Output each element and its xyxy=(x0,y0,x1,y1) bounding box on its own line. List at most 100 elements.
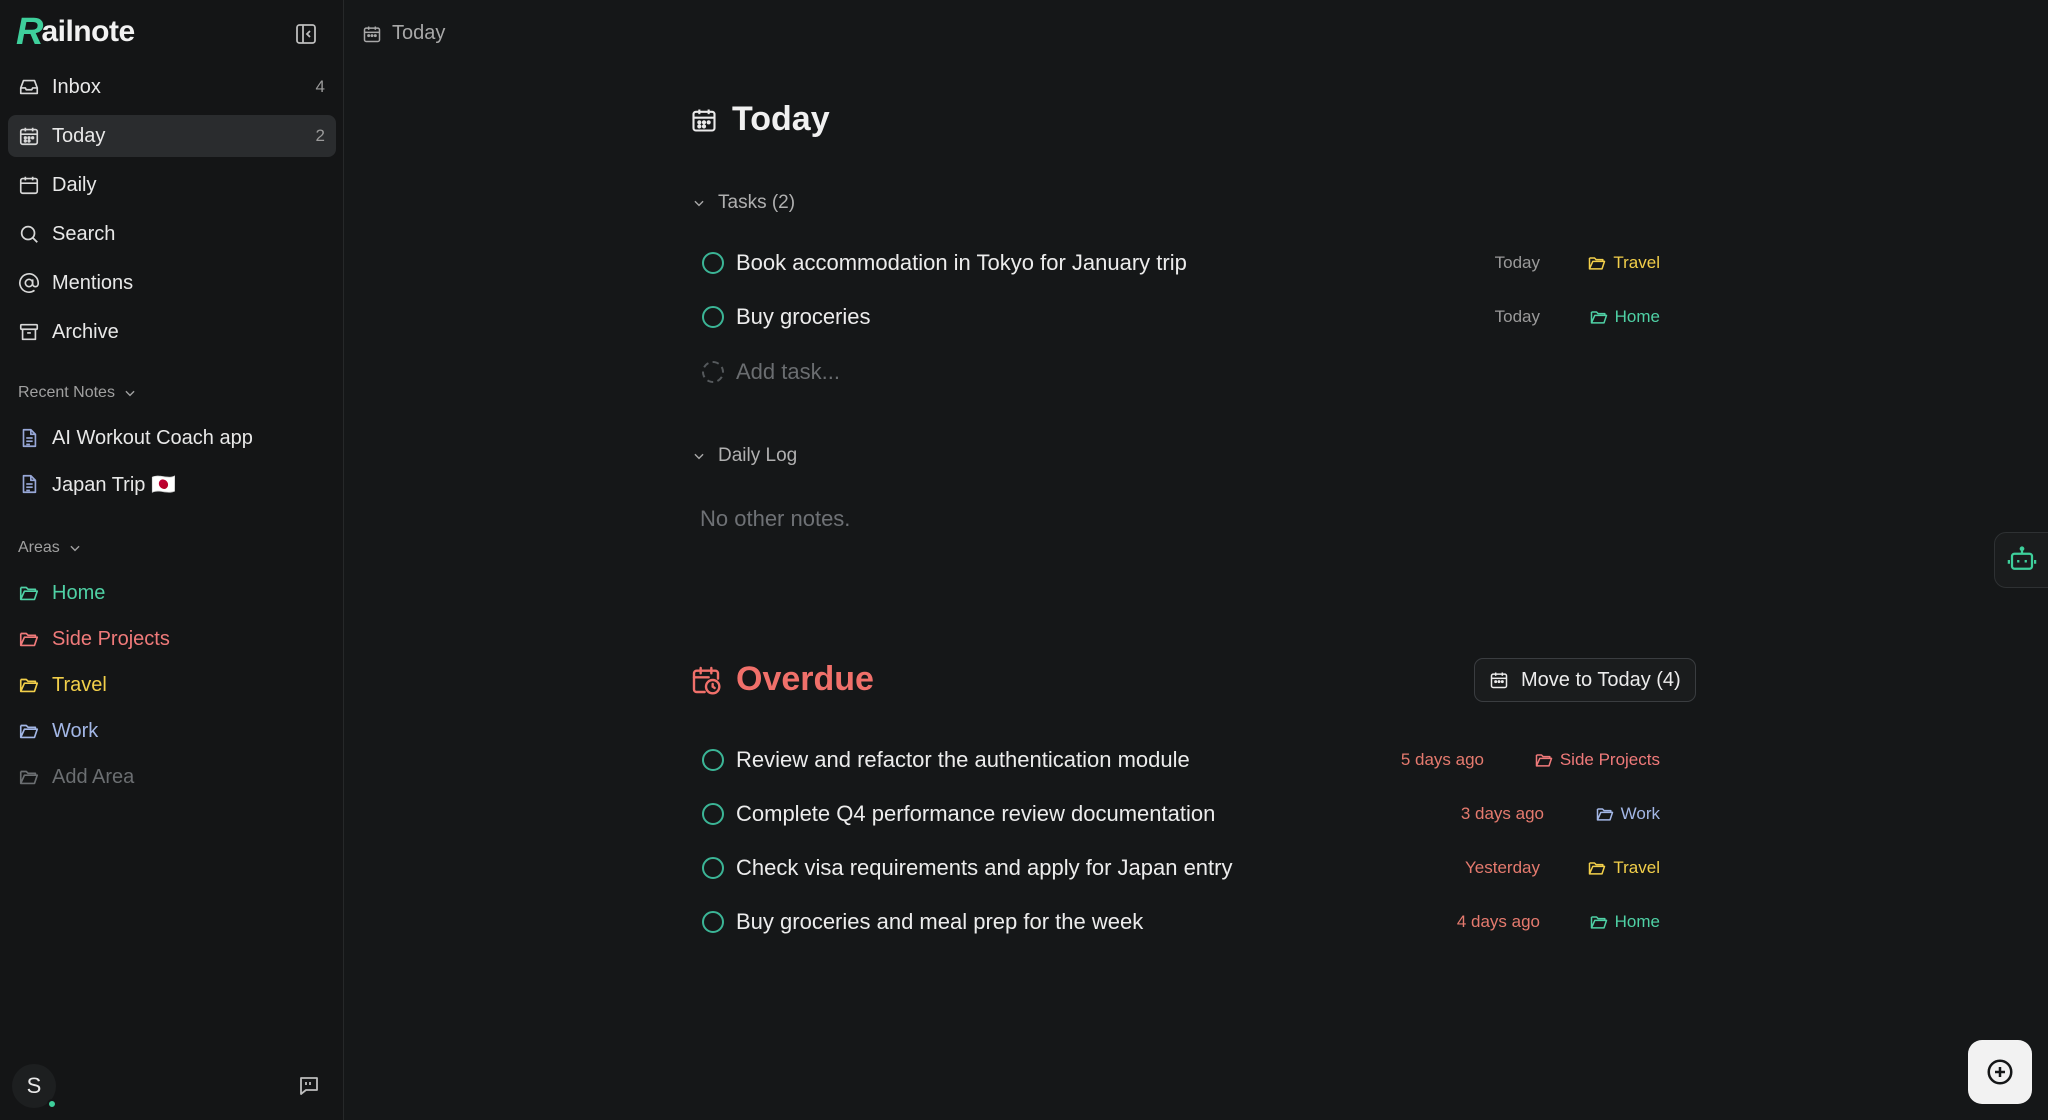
task-row[interactable]: Buy groceries Today Home xyxy=(702,297,1660,337)
folder-icon xyxy=(1589,257,1606,270)
folder-icon xyxy=(19,724,39,739)
task-area-tag[interactable]: Home xyxy=(1580,307,1660,327)
document-icon xyxy=(22,428,37,448)
task-area-tag[interactable]: Travel xyxy=(1580,253,1660,273)
folder-icon xyxy=(19,586,39,601)
task-due-date: 3 days ago xyxy=(1460,804,1544,823)
add-floating-button[interactable] xyxy=(1968,1040,2032,1104)
empty-state-text: No other notes. xyxy=(700,506,851,531)
main-nav: Inbox 4 Today 2 Daily Search Mentions Ar… xyxy=(8,66,336,360)
nav-item-today[interactable]: Today 2 xyxy=(8,115,336,157)
areas-list: Home Side Projects Travel Work Add Area xyxy=(8,570,336,800)
areas-toggle[interactable]: Areas xyxy=(18,539,82,557)
task-area-label: Travel xyxy=(1613,858,1660,877)
task-checkbox[interactable] xyxy=(702,803,724,825)
tasks-group-header: Tasks (2) xyxy=(718,192,796,213)
task-row[interactable]: Review and refactor the authentication m… xyxy=(702,740,1660,780)
task-area-tag[interactable]: Home xyxy=(1580,912,1660,932)
recent-note-item[interactable]: AI Workout Coach app xyxy=(8,415,336,461)
task-title: Buy groceries and meal prep for the week xyxy=(736,909,1144,934)
task-title: Buy groceries xyxy=(736,304,871,329)
task-due-date: Today xyxy=(1494,307,1540,326)
calendar-today-icon xyxy=(19,127,39,146)
inbox-icon xyxy=(19,79,39,95)
task-checkbox[interactable] xyxy=(702,857,724,879)
area-item-travel[interactable]: Travel xyxy=(8,662,336,708)
task-title: Review and refactor the authentication m… xyxy=(736,747,1190,772)
nav-label: Daily xyxy=(52,173,97,196)
section-title: Overdue xyxy=(736,660,874,698)
area-item-side-projects[interactable]: Side Projects xyxy=(8,616,336,662)
task-title: Complete Q4 performance review documenta… xyxy=(736,801,1216,826)
chevron-down-icon xyxy=(70,545,80,552)
folder-icon xyxy=(1589,862,1606,875)
folder-icon xyxy=(1535,754,1553,767)
task-row[interactable]: Book accommodation in Tokyo for January … xyxy=(702,243,1660,283)
area-label: Home xyxy=(52,581,106,604)
area-item-home[interactable]: Home xyxy=(8,570,336,616)
folder-icon xyxy=(1596,808,1613,821)
search-icon xyxy=(20,225,38,243)
area-label: Work xyxy=(52,719,99,742)
task-checkbox[interactable] xyxy=(702,749,724,771)
app-logo[interactable]: R ailnote xyxy=(16,12,135,52)
daily-log-header: Daily Log xyxy=(718,445,798,466)
add-area-label: Add Area xyxy=(52,765,135,788)
logo-initial: R xyxy=(16,11,44,53)
task-due-date: 5 days ago xyxy=(1400,750,1484,769)
task-area-tag[interactable]: Work xyxy=(1584,804,1660,824)
nav-item-daily[interactable]: Daily xyxy=(8,164,336,206)
online-status-dot xyxy=(47,1099,57,1109)
robot-icon xyxy=(2007,546,2037,570)
tasks-group-toggle[interactable]: Tasks (2) xyxy=(692,192,795,214)
recent-note-label: Japan Trip 🇯🇵 xyxy=(52,473,176,496)
add-task-row[interactable]: Add task... xyxy=(702,352,1660,392)
task-row[interactable]: Check visa requirements and apply for Ja… xyxy=(702,848,1660,888)
task-title: Check visa requirements and apply for Ja… xyxy=(736,855,1233,880)
task-area-tag[interactable]: Side Projects xyxy=(1524,750,1660,770)
nav-item-inbox[interactable]: Inbox 4 xyxy=(8,66,336,108)
daily-log-toggle[interactable]: Daily Log xyxy=(692,445,797,467)
sidebar-collapse-icon[interactable] xyxy=(294,22,318,46)
today-header: Today xyxy=(690,100,830,139)
area-label: Travel xyxy=(52,673,107,696)
task-due-date: 4 days ago xyxy=(1456,912,1540,931)
calendar-icon xyxy=(19,176,39,195)
add-area-button[interactable]: Add Area xyxy=(8,754,336,800)
recent-notes-list: AI Workout Coach app Japan Trip 🇯🇵 xyxy=(8,415,336,507)
task-title: Book accommodation in Tokyo for January … xyxy=(736,250,1187,275)
nav-item-mentions[interactable]: Mentions xyxy=(8,262,336,304)
task-area-label: Home xyxy=(1614,307,1660,326)
task-checkbox[interactable] xyxy=(702,252,724,274)
nav-item-archive[interactable]: Archive xyxy=(8,311,336,353)
move-to-today-button[interactable]: Move to Today (4) xyxy=(1474,658,1696,702)
sidebar: R ailnote Inbox 4 Today 2 Daily Search M… xyxy=(0,0,344,1120)
overdue-header: Overdue xyxy=(690,660,874,699)
folder-icon xyxy=(19,632,39,647)
nav-label: Mentions xyxy=(52,271,134,294)
nav-count: 2 xyxy=(315,126,325,145)
nav-item-search[interactable]: Search xyxy=(8,213,336,255)
recent-notes-toggle[interactable]: Recent Notes xyxy=(18,384,137,402)
document-icon xyxy=(22,474,37,494)
recent-note-item[interactable]: Japan Trip 🇯🇵 xyxy=(8,461,336,507)
ai-assistant-tab[interactable] xyxy=(1994,532,2048,588)
area-item-work[interactable]: Work xyxy=(8,708,336,754)
task-checkbox[interactable] xyxy=(702,306,724,328)
task-row[interactable]: Buy groceries and meal prep for the week… xyxy=(702,902,1660,942)
calendar-today-icon xyxy=(363,26,381,42)
folder-plus-icon xyxy=(19,770,39,785)
chevron-down-icon xyxy=(694,453,704,460)
task-area-label: Home xyxy=(1614,912,1660,931)
at-icon xyxy=(19,273,39,293)
add-task-input[interactable]: Add task... xyxy=(736,359,1660,385)
task-area-tag[interactable]: Travel xyxy=(1580,858,1660,878)
task-row[interactable]: Complete Q4 performance review documenta… xyxy=(702,794,1660,834)
nav-label: Today xyxy=(52,124,106,147)
nav-label: Archive xyxy=(52,320,119,343)
folder-icon xyxy=(19,678,39,693)
task-checkbox[interactable] xyxy=(702,911,724,933)
task-area-label: Side Projects xyxy=(1559,750,1660,769)
areas-header: Areas xyxy=(18,539,60,556)
feedback-icon[interactable] xyxy=(297,1074,321,1098)
